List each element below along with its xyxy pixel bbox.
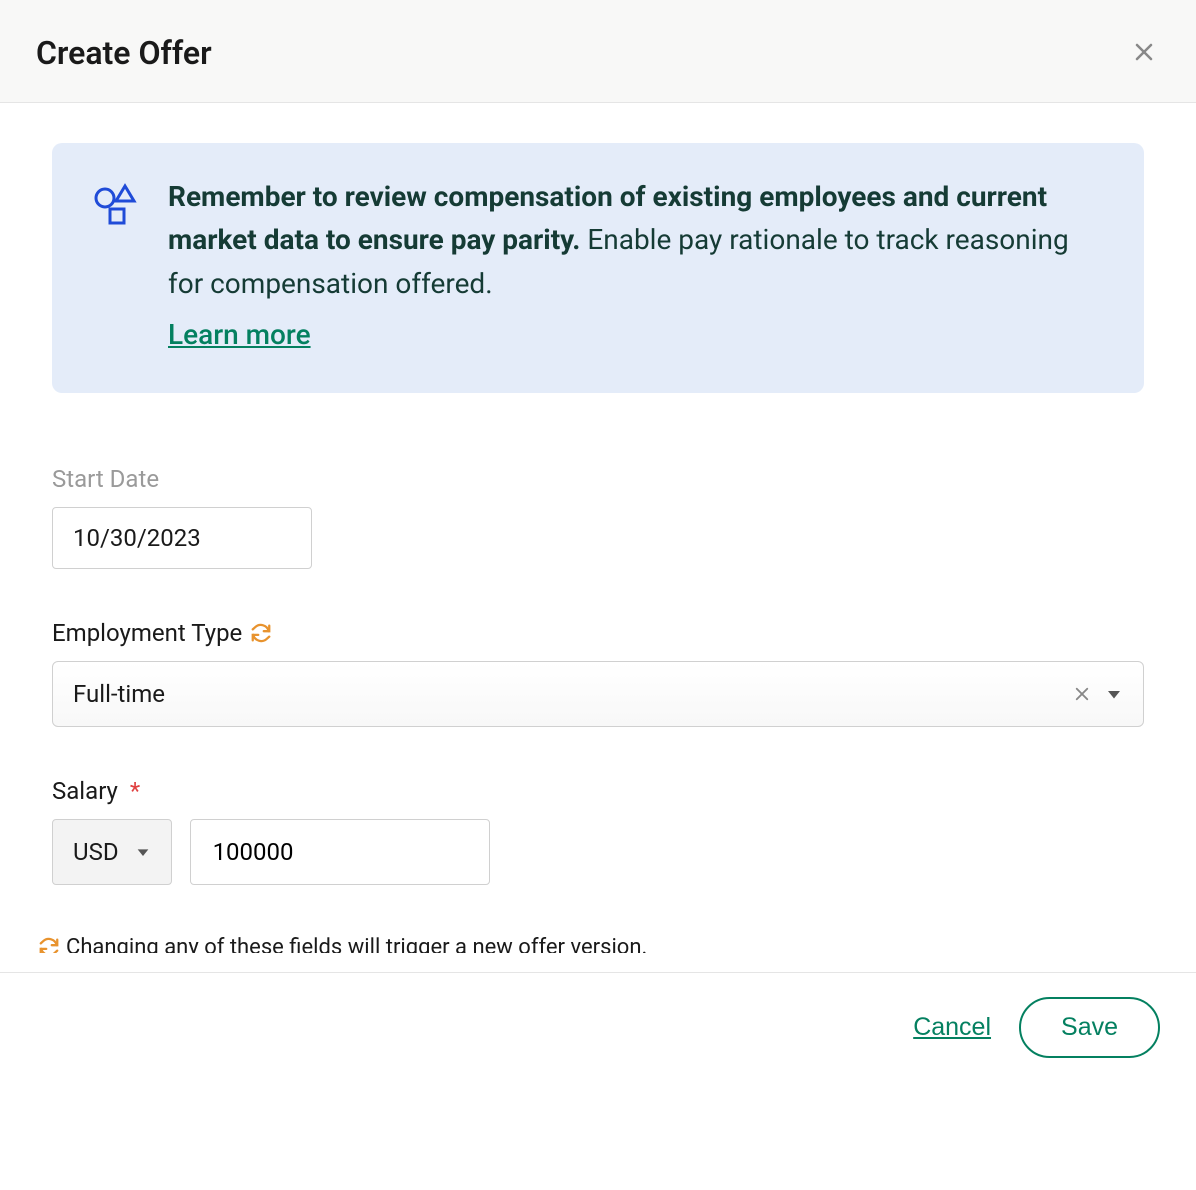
version-note-text: Changing any of these fields will trigge… <box>66 935 647 953</box>
info-banner: Remember to review compensation of exist… <box>52 143 1144 393</box>
save-button[interactable]: Save <box>1019 997 1160 1058</box>
shapes-icon <box>92 181 140 357</box>
select-controls <box>1073 685 1123 703</box>
employment-type-label: Employment Type <box>52 619 242 647</box>
learn-more-link[interactable]: Learn more <box>168 313 311 356</box>
banner-text: Remember to review compensation of exist… <box>168 175 1104 357</box>
start-date-input[interactable] <box>52 507 312 569</box>
required-indicator: * <box>130 777 140 805</box>
salary-field: Salary * USD <box>52 777 1144 885</box>
chevron-down-icon <box>135 844 151 860</box>
salary-input[interactable] <box>190 819 490 885</box>
clear-icon[interactable] <box>1073 685 1091 703</box>
cancel-button[interactable]: Cancel <box>913 1013 991 1042</box>
currency-select[interactable]: USD <box>52 819 172 885</box>
sync-icon <box>38 936 60 953</box>
salary-label-row: Salary * <box>52 777 1144 805</box>
start-date-field: Start Date <box>52 465 1144 569</box>
close-button[interactable] <box>1128 36 1160 71</box>
start-date-label: Start Date <box>52 465 1144 493</box>
version-note: Changing any of these fields will trigge… <box>38 935 1144 953</box>
modal-header: Create Offer <box>0 0 1196 103</box>
salary-row: USD <box>52 819 1144 885</box>
close-icon <box>1132 40 1156 67</box>
currency-value: USD <box>73 838 119 866</box>
sync-icon <box>250 622 272 644</box>
modal-title: Create Offer <box>36 34 212 72</box>
employment-type-label-row: Employment Type <box>52 619 1144 647</box>
chevron-down-icon <box>1105 685 1123 703</box>
salary-label: Salary <box>52 777 118 805</box>
employment-type-field: Employment Type Full-time <box>52 619 1144 727</box>
employment-type-select[interactable]: Full-time <box>52 661 1144 727</box>
employment-type-value: Full-time <box>73 680 165 708</box>
modal-footer: Cancel Save <box>0 972 1196 1082</box>
modal-content: Remember to review compensation of exist… <box>0 103 1196 953</box>
